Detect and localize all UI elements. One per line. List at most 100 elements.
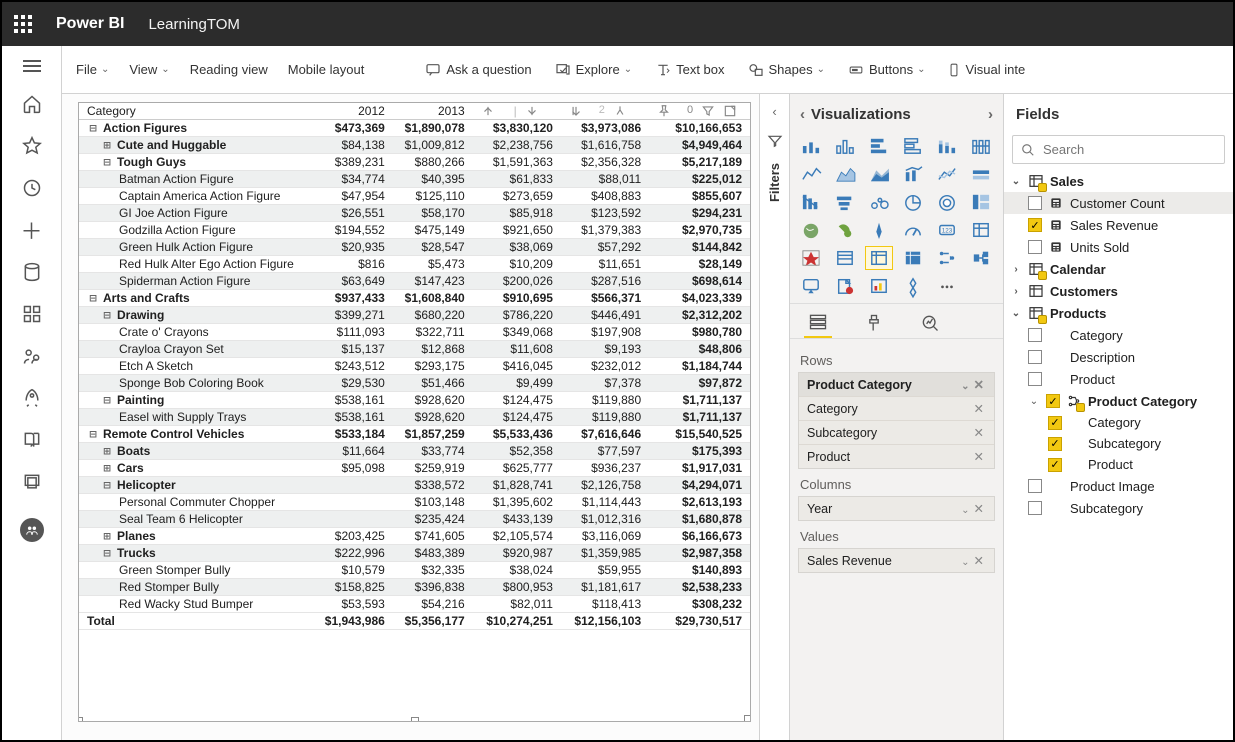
checkbox[interactable]: ✓ [1046, 394, 1060, 408]
checkbox[interactable] [1028, 479, 1042, 493]
fields-search[interactable] [1012, 135, 1225, 164]
viz-type-icon[interactable] [934, 275, 960, 297]
viz-type-icon[interactable] [866, 247, 892, 269]
datasets-icon[interactable] [22, 262, 42, 282]
field-node[interactable]: Units Sold [1004, 236, 1233, 258]
table-row[interactable]: Green Stomper Bully$10,579$32,335$38,024… [79, 562, 750, 579]
table-node[interactable]: ⌄Sales [1004, 170, 1233, 192]
filter-icon[interactable] [701, 104, 715, 118]
viz-type-icon[interactable] [968, 135, 994, 157]
focus-icon[interactable] [723, 104, 737, 118]
values-item-salesrevenue[interactable]: Sales Revenue [807, 554, 892, 568]
table-row[interactable]: Easel with Supply Trays$538,161$928,620$… [79, 409, 750, 426]
field-node[interactable]: Product [1004, 368, 1233, 390]
viz-type-icon[interactable] [832, 275, 858, 297]
checkbox[interactable] [1028, 196, 1042, 210]
remove-subcategory[interactable]: ✕ [972, 425, 986, 440]
remove-sales-revenue[interactable]: ✕ [972, 554, 986, 568]
checkbox[interactable] [1028, 240, 1042, 254]
expand-left-icon[interactable]: ‹ [772, 104, 776, 119]
checkbox[interactable] [1028, 372, 1042, 386]
viz-type-icon[interactable] [900, 191, 926, 213]
table-row[interactable]: ⊞Cute and Huggable$84,138$1,009,812$2,23… [79, 137, 750, 154]
viz-type-icon[interactable] [900, 135, 926, 157]
viz-type-icon[interactable] [866, 191, 892, 213]
checkbox[interactable]: ✓ [1048, 437, 1062, 451]
table-row[interactable]: Red Stomper Bully$158,825$396,838$800,95… [79, 579, 750, 596]
table-row[interactable]: Red Hulk Alter Ego Action Figure$816$5,4… [79, 256, 750, 273]
table-node[interactable]: ›Calendar [1004, 258, 1233, 280]
rows-well[interactable]: Product Category⌄✕ Category✕ Subcategory… [798, 372, 995, 469]
table-row[interactable]: ⊟Arts and Crafts$937,433$1,608,840$910,6… [79, 290, 750, 307]
fields-tab[interactable] [804, 308, 832, 338]
field-node[interactable]: ✓Sales Revenue [1004, 214, 1233, 236]
app-launcher-icon[interactable] [14, 15, 32, 33]
field-node[interactable]: Product Image [1004, 475, 1233, 497]
deployment-icon[interactable] [22, 388, 42, 408]
hierarchy-level-node[interactable]: ✓Category [1004, 412, 1233, 433]
checkbox[interactable]: ✓ [1048, 458, 1062, 472]
explore-button[interactable]: Explore⌄ [554, 62, 632, 78]
checkbox[interactable] [1028, 328, 1042, 342]
table-row[interactable]: ⊟Painting$538,161$928,620$124,475$119,88… [79, 392, 750, 409]
rows-item-category[interactable]: Category [807, 402, 858, 416]
field-node[interactable]: Customer Count [1004, 192, 1233, 214]
table-row[interactable]: Crate o' Crayons$111,093$322,711$349,068… [79, 324, 750, 341]
table-row[interactable]: Seal Team 6 Helicopter$235,424$433,139$1… [79, 511, 750, 528]
viz-type-icon[interactable] [968, 219, 994, 241]
checkbox[interactable]: ✓ [1048, 416, 1062, 430]
viz-type-icon[interactable] [832, 247, 858, 269]
field-node[interactable]: Subcategory [1004, 497, 1233, 519]
remove-year[interactable]: ✕ [972, 502, 986, 516]
viz-type-icon[interactable] [900, 275, 926, 297]
expand-arrow-icon[interactable]: ‹ [794, 106, 811, 123]
viz-type-icon[interactable] [798, 247, 824, 269]
recent-icon[interactable] [22, 178, 42, 198]
viz-type-icon[interactable]: 123 [934, 219, 960, 241]
viz-type-icon[interactable] [866, 275, 892, 297]
viz-type-icon[interactable] [866, 219, 892, 241]
field-node[interactable]: Description [1004, 346, 1233, 368]
field-node[interactable]: ⌄✓Product Category [1004, 390, 1233, 412]
remove-category[interactable]: ✕ [972, 401, 986, 416]
viz-type-icon[interactable] [832, 219, 858, 241]
columns-well[interactable]: Year⌄✕ [798, 496, 995, 521]
table-row[interactable]: GI Joe Action Figure$26,551$58,170$85,91… [79, 205, 750, 222]
fork-icon[interactable] [613, 104, 627, 118]
checkbox[interactable] [1028, 350, 1042, 364]
drill-up-icon[interactable] [481, 104, 495, 118]
viz-type-icon[interactable] [900, 163, 926, 185]
table-row[interactable]: Green Hulk Action Figure$20,935$28,547$3… [79, 239, 750, 256]
viz-type-icon[interactable] [968, 163, 994, 185]
menu-reading-view[interactable]: Reading view [190, 62, 268, 77]
menu-view[interactable]: View⌄ [129, 62, 169, 77]
viz-type-icon[interactable] [798, 191, 824, 213]
checkbox[interactable] [1028, 501, 1042, 515]
favorite-icon[interactable] [22, 136, 42, 156]
format-tab[interactable] [860, 308, 888, 338]
menu-file[interactable]: File⌄ [76, 62, 109, 77]
values-well[interactable]: Sales Revenue⌄✕ [798, 548, 995, 573]
table-row[interactable]: ⊟Drawing$399,271$680,220$786,220$446,491… [79, 307, 750, 324]
workspaces-icon[interactable] [22, 472, 42, 492]
table-node[interactable]: ⌄Products [1004, 302, 1233, 324]
table-row[interactable]: ⊞Planes$203,425$741,605$2,105,574$3,116,… [79, 528, 750, 545]
buttons-button[interactable]: Buttons⌄ [847, 62, 925, 77]
checkbox[interactable]: ✓ [1028, 218, 1042, 232]
viz-type-icon[interactable] [934, 163, 960, 185]
table-row[interactable]: Red Wacky Stud Bumper$53,593$54,216$82,0… [79, 596, 750, 613]
viz-type-icon[interactable] [832, 163, 858, 185]
remove-rows-header[interactable]: ✕ [972, 378, 986, 392]
workspace-avatar[interactable] [20, 518, 44, 542]
field-node[interactable]: Category [1004, 324, 1233, 346]
table-row[interactable]: Spiderman Action Figure$63,649$147,423$2… [79, 273, 750, 290]
viz-type-icon[interactable] [798, 275, 824, 297]
row-header-label[interactable]: Category [79, 103, 313, 120]
viz-type-icon[interactable] [934, 135, 960, 157]
hamburger-icon[interactable] [23, 60, 41, 72]
viz-type-icon[interactable] [832, 191, 858, 213]
viz-type-icon[interactable] [832, 135, 858, 157]
remove-product[interactable]: ✕ [972, 449, 986, 464]
table-row[interactable]: Personal Commuter Chopper$103,148$1,395,… [79, 494, 750, 511]
search-input[interactable] [1041, 141, 1221, 158]
